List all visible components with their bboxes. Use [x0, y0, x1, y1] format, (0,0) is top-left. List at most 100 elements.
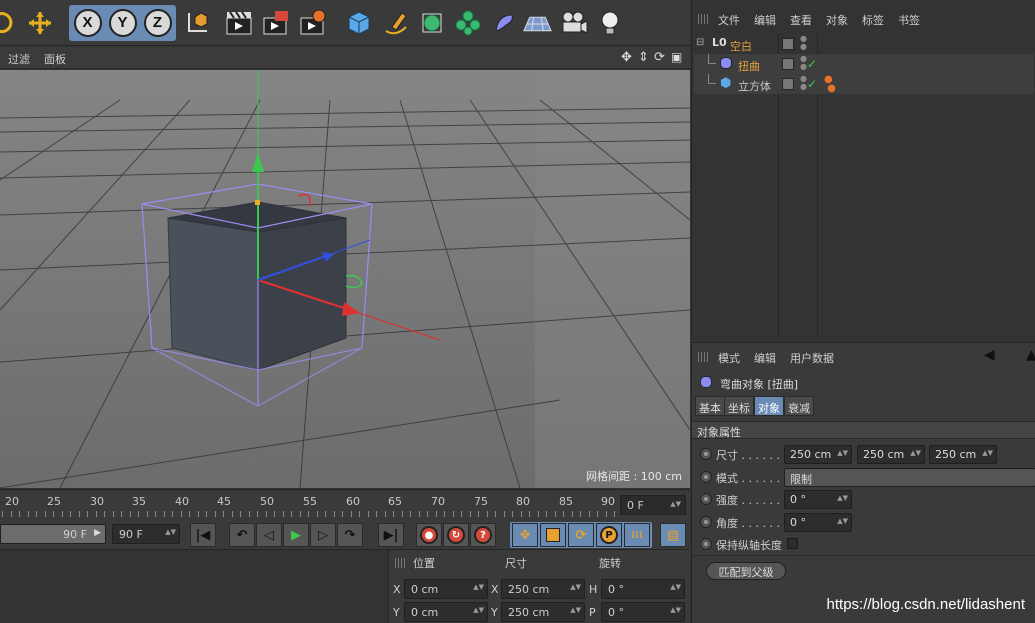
spinner-icon[interactable]: ▲▼ — [570, 606, 581, 614]
layer-icon[interactable] — [782, 58, 794, 70]
undo-icon[interactable] — [0, 7, 17, 38]
pen-spline-icon[interactable] — [380, 7, 411, 38]
collapse-icon[interactable]: ⊟ — [696, 37, 704, 48]
key-pla-button[interactable]: ⁞⁞⁞ — [624, 523, 650, 547]
animate-radio-icon[interactable] — [700, 538, 712, 550]
render-settings-icon[interactable] — [297, 7, 328, 38]
layer-icon[interactable] — [782, 78, 794, 90]
spinner-icon[interactable]: ▲▼ — [473, 583, 484, 591]
autokey-button[interactable]: ↻ — [443, 523, 469, 547]
spinner-icon[interactable]: ▲▼ — [670, 583, 681, 591]
render-view-icon[interactable] — [223, 7, 254, 38]
key-position-button[interactable]: ✥ — [512, 523, 538, 547]
animate-radio-icon[interactable] — [700, 448, 712, 460]
key-scale-button[interactable] — [540, 523, 566, 547]
animate-radio-icon[interactable] — [700, 516, 712, 528]
menu-object[interactable]: 对象 — [826, 12, 848, 28]
visibility-dots-icon[interactable]: ● ● — [800, 75, 807, 91]
deformer-bend-icon[interactable] — [488, 7, 519, 38]
panel-grip-icon[interactable] — [395, 558, 407, 568]
cube-primitive-icon[interactable] — [343, 7, 374, 38]
current-frame-field[interactable]: 0 F ▲▼ — [620, 495, 686, 515]
visibility-dots-icon[interactable]: ● ● — [800, 55, 807, 71]
menu-filter[interactable]: 过滤 — [8, 51, 30, 67]
panel-grip-icon[interactable] — [698, 14, 710, 24]
panel-grip-icon[interactable] — [698, 352, 710, 362]
floor-scene-icon[interactable] — [522, 7, 553, 38]
menu-tag[interactable]: 标签 — [862, 12, 884, 28]
viewport-rotate-icon[interactable]: ⟳ — [654, 50, 665, 65]
y-axis-lock-button[interactable]: Y — [107, 7, 138, 38]
keep-length-checkbox[interactable] — [787, 538, 798, 549]
viewport-pan-icon[interactable]: ✥ — [621, 50, 632, 65]
tab-coordinates[interactable]: 坐标 — [724, 396, 754, 416]
menu-edit[interactable]: 编辑 — [754, 12, 776, 28]
enabled-check-icon[interactable]: ✓ — [807, 77, 817, 91]
match-parent-button[interactable]: 匹配到父级 — [706, 562, 786, 580]
menu-mode[interactable]: 模式 — [718, 350, 740, 366]
next-key-button[interactable]: ↷ — [337, 523, 363, 547]
spinner-icon[interactable]: ▲▼ — [570, 583, 581, 591]
strength-field[interactable]: 0 ° ▲▼ — [784, 490, 852, 509]
size-y-field[interactable]: 250 cm ▲▼ — [857, 445, 925, 464]
3d-viewport[interactable]: 网格间距 : 100 cm — [0, 70, 690, 488]
render-to-picture-viewer-icon[interactable] — [260, 7, 291, 38]
previous-frame-button[interactable]: ◁ — [256, 523, 282, 547]
previous-key-button[interactable]: ↶ — [229, 523, 255, 547]
spinner-icon[interactable]: ▲▼ — [670, 500, 681, 508]
menu-panel[interactable]: 面板 — [44, 51, 66, 67]
preview-range-slider[interactable]: 90 F ▶ — [0, 524, 106, 544]
back-arrow-icon[interactable]: ◀ — [984, 347, 995, 363]
menu-view[interactable]: 查看 — [790, 12, 812, 28]
object-name[interactable]: 扭曲 — [738, 58, 760, 74]
cloner-icon[interactable] — [452, 7, 483, 38]
object-name[interactable]: 空白 — [730, 38, 752, 54]
viewport-maximize-icon[interactable]: ▣ — [671, 50, 682, 64]
key-help-button[interactable]: ? — [470, 523, 496, 547]
size-x-field[interactable]: 250 cm ▲▼ — [784, 445, 852, 464]
menu-user-data[interactable]: 用户数据 — [790, 350, 834, 366]
go-to-end-button[interactable]: ▶| — [378, 523, 404, 547]
move-tool-icon[interactable] — [24, 7, 55, 38]
key-rotation-button[interactable]: ⟳ — [568, 523, 594, 547]
coordinate-system-icon[interactable] — [181, 7, 212, 38]
z-axis-lock-button[interactable]: Z — [142, 7, 173, 38]
subdivision-surface-icon[interactable] — [416, 7, 447, 38]
record-button[interactable]: ● — [416, 523, 442, 547]
viewport-zoom-icon[interactable]: ⇕ — [638, 50, 649, 65]
timeline-window-button[interactable]: ▤ — [660, 523, 686, 547]
size-y-field[interactable]: 250 cm ▲▼ — [501, 602, 585, 622]
object-row-cube[interactable]: ⬢ 立方体 ● ● ✓ ● ● — [694, 74, 1034, 94]
size-x-field[interactable]: 250 cm ▲▼ — [501, 579, 585, 599]
spinner-icon[interactable]: ▲▼ — [982, 449, 993, 457]
spinner-icon[interactable]: ▲▼ — [670, 606, 681, 614]
tab-object[interactable]: 对象 — [754, 396, 784, 416]
x-axis-lock-button[interactable]: X — [72, 7, 103, 38]
enabled-check-icon[interactable]: ✓ — [807, 57, 817, 71]
rot-h-field[interactable]: 0 ° ▲▼ — [601, 579, 685, 599]
up-arrow-icon[interactable]: ▲ — [1026, 347, 1035, 363]
menu-file[interactable]: 文件 — [718, 12, 740, 28]
animate-radio-icon[interactable] — [700, 493, 712, 505]
layer-icon[interactable] — [782, 38, 794, 50]
mode-dropdown[interactable]: 限制 — [784, 468, 1035, 487]
camera-icon[interactable] — [558, 7, 589, 38]
angle-field[interactable]: 0 ° ▲▼ — [784, 513, 852, 532]
tab-falloff[interactable]: 衰减 — [784, 396, 814, 416]
end-frame-field[interactable]: 90 F ▲▼ — [112, 524, 180, 544]
key-parameter-button[interactable]: P — [596, 523, 622, 547]
tab-basic[interactable]: 基本 — [695, 396, 725, 416]
spinner-icon[interactable]: ▲▼ — [837, 449, 848, 457]
menu-edit[interactable]: 编辑 — [754, 350, 776, 366]
pos-y-field[interactable]: 0 cm ▲▼ — [404, 602, 488, 622]
object-name[interactable]: 立方体 — [738, 78, 771, 94]
object-row-twist[interactable]: 扭曲 ● ● ✓ — [694, 54, 1034, 74]
object-row-null[interactable]: ⊟ L0 空白 ● ● — [694, 34, 1034, 54]
spinner-icon[interactable]: ▲▼ — [910, 449, 921, 457]
animate-radio-icon[interactable] — [700, 471, 712, 483]
pos-x-field[interactable]: 0 cm ▲▼ — [404, 579, 488, 599]
spinner-icon[interactable]: ▲▼ — [165, 528, 176, 536]
spinner-icon[interactable]: ▲▼ — [837, 517, 848, 525]
size-z-field[interactable]: 250 cm ▲▼ — [929, 445, 997, 464]
spinner-icon[interactable]: ▲▼ — [473, 606, 484, 614]
